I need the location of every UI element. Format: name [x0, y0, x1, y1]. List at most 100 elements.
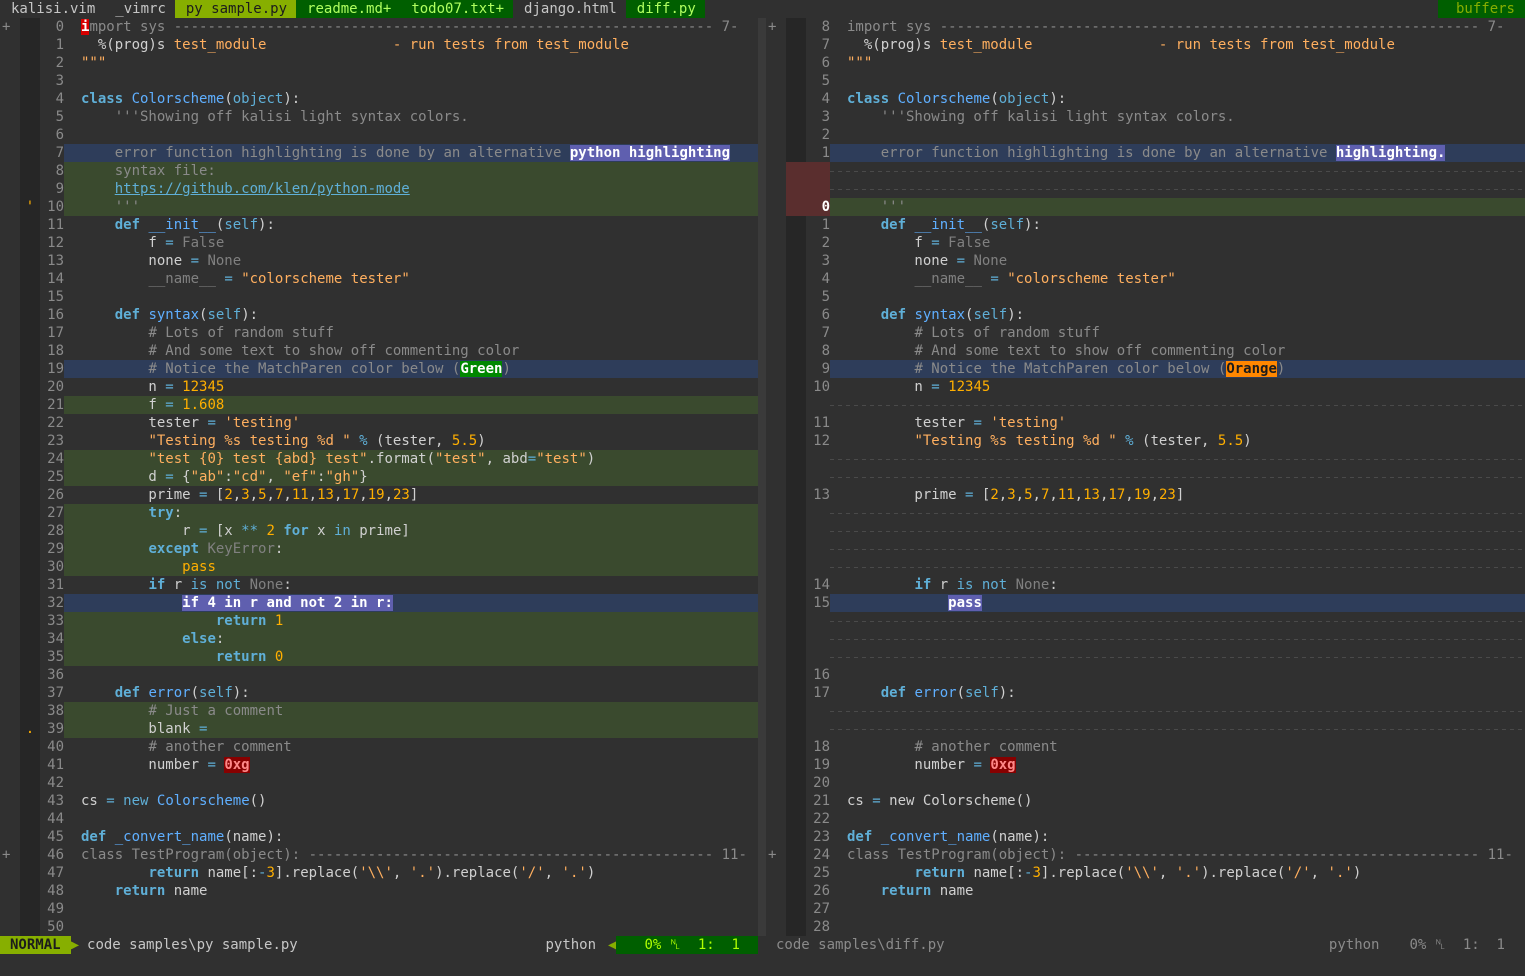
code-line[interactable]: 7 # Lots of random stuff [766, 324, 1525, 342]
code-line[interactable]: 1 def __init__(self): [766, 216, 1525, 234]
code-line[interactable]: 9 https://github.com/klen/python-mode [0, 180, 758, 198]
code-line[interactable]: 38 # Just a comment [0, 702, 758, 720]
code-line[interactable]: 31 if r is not None: [0, 576, 758, 594]
code-line[interactable]: 15 pass [766, 594, 1525, 612]
code-line[interactable]: 11 tester = 'testing' [766, 414, 1525, 432]
code-line[interactable]: 33 return 1 [0, 612, 758, 630]
code-line[interactable] [766, 396, 1525, 414]
command-line[interactable] [0, 954, 1525, 976]
code-line[interactable]: 27 try: [0, 504, 758, 522]
code-line[interactable]: 34 else: [0, 630, 758, 648]
code-line[interactable]: 35 return 0 [0, 648, 758, 666]
code-line[interactable]: 27 [766, 900, 1525, 918]
code-line[interactable]: 28 r = [x ** 2 for x in prime] [0, 522, 758, 540]
code-line[interactable]: 25 return name[:-3].replace('\\', '.').r… [766, 864, 1525, 882]
code-line[interactable]: 8 syntax file: [0, 162, 758, 180]
code-line[interactable]: 2 """ [0, 54, 758, 72]
code-line[interactable]: +24 class TestProgram(object): ----------… [766, 846, 1525, 864]
code-line[interactable] [766, 180, 1525, 198]
code-line[interactable] [766, 630, 1525, 648]
code-line[interactable]: 36 [0, 666, 758, 684]
left-editor-pane[interactable]: +0 import sys ---------------------------… [0, 18, 758, 936]
right-editor-pane[interactable]: +8 import sys ---------------------------… [766, 18, 1525, 936]
code-line[interactable]: 3 [0, 72, 758, 90]
code-line[interactable] [766, 522, 1525, 540]
code-line[interactable]: 1 %(prog)s test_module - run tests from … [0, 36, 758, 54]
code-line[interactable]: 23 "Testing %s testing %d " % (tester, 5… [0, 432, 758, 450]
code-line[interactable]: 15 [0, 288, 758, 306]
code-line[interactable]: 7 error function highlighting is done by… [0, 144, 758, 162]
code-line[interactable]: +8 import sys ---------------------------… [766, 18, 1525, 36]
code-line[interactable]: 5 [766, 288, 1525, 306]
code-line[interactable]: 22 tester = 'testing' [0, 414, 758, 432]
code-line[interactable]: 26 prime = [2,3,5,7,11,13,17,19,23] [0, 486, 758, 504]
code-line[interactable]: 32 if 4 in r and not 2 in r: [0, 594, 758, 612]
code-line[interactable]: 11 def __init__(self): [0, 216, 758, 234]
code-line[interactable]: 4 __name__ = "colorscheme tester" [766, 270, 1525, 288]
tab-django-html[interactable]: django.html [513, 0, 626, 18]
code-line[interactable]: 2 f = False [766, 234, 1525, 252]
code-line[interactable]: 41 number = 0xg [0, 756, 758, 774]
code-line[interactable]: 12 f = False [0, 234, 758, 252]
code-line[interactable]: 0 ''' [766, 198, 1525, 216]
code-line[interactable]: 18 # another comment [766, 738, 1525, 756]
code-line[interactable]: 29 except KeyError: [0, 540, 758, 558]
code-line[interactable]: 17 # Lots of random stuff [0, 324, 758, 342]
code-line[interactable]: 1 error function highlighting is done by… [766, 144, 1525, 162]
code-line[interactable] [766, 468, 1525, 486]
code-line[interactable]: 49 [0, 900, 758, 918]
code-line[interactable]: 37 def error(self): [0, 684, 758, 702]
code-line[interactable] [766, 558, 1525, 576]
code-line[interactable]: 16 def syntax(self): [0, 306, 758, 324]
code-line[interactable]: 44 [0, 810, 758, 828]
code-line[interactable]: 6 [0, 126, 758, 144]
code-line[interactable]: 19 number = 0xg [766, 756, 1525, 774]
code-line[interactable]: 40 # another comment [0, 738, 758, 756]
tab-py-sample-py[interactable]: py sample.py [174, 0, 297, 18]
code-line[interactable]: 21 cs = new Colorscheme() [766, 792, 1525, 810]
code-line[interactable] [766, 648, 1525, 666]
code-line[interactable]: 30 pass [0, 558, 758, 576]
code-line[interactable]: 13 none = None [0, 252, 758, 270]
code-line[interactable]: 7 %(prog)s test_module - run tests from … [766, 36, 1525, 54]
code-line[interactable]: 47 return name[:-3].replace('\\', '.').r… [0, 864, 758, 882]
code-line[interactable] [766, 720, 1525, 738]
code-line[interactable]: 8 # And some text to show off commenting… [766, 342, 1525, 360]
code-line[interactable]: ' 10 ''' [0, 198, 758, 216]
code-line[interactable]: 12 "Testing %s testing %d " % (tester, 5… [766, 432, 1525, 450]
code-line[interactable]: 14 __name__ = "colorscheme tester" [0, 270, 758, 288]
code-line[interactable]: 21 f = 1.608 [0, 396, 758, 414]
code-line[interactable] [766, 162, 1525, 180]
tab-todo07-txt-[interactable]: todo07.txt+ [400, 0, 514, 18]
code-line[interactable]: 6 """ [766, 54, 1525, 72]
code-line[interactable]: 2 [766, 126, 1525, 144]
tab-diff-py[interactable]: diff.py [625, 0, 705, 18]
code-line[interactable]: 23 def _convert_name(name): [766, 828, 1525, 846]
tab-readme-md-[interactable]: readme.md+ [296, 0, 401, 18]
code-line[interactable]: 9 # Notice the MatchParen color below (O… [766, 360, 1525, 378]
code-line[interactable]: 28 [766, 918, 1525, 936]
code-line[interactable]: 20 n = 12345 [0, 378, 758, 396]
code-line[interactable] [766, 504, 1525, 522]
code-line[interactable]: 18 # And some text to show off commentin… [0, 342, 758, 360]
code-line[interactable] [766, 540, 1525, 558]
code-line[interactable]: +0 import sys ---------------------------… [0, 18, 758, 36]
code-line[interactable]: 3 '''Showing off kalisi light syntax col… [766, 108, 1525, 126]
code-line[interactable]: 22 [766, 810, 1525, 828]
code-line[interactable]: 25 d = {"ab":"cd", "ef":"gh"} [0, 468, 758, 486]
code-line[interactable]: 4 class Colorscheme(object): [0, 90, 758, 108]
code-line[interactable] [766, 612, 1525, 630]
code-line[interactable]: 3 none = None [766, 252, 1525, 270]
tab--vimrc[interactable]: _vimrc [104, 0, 175, 18]
code-line[interactable]: 10 n = 12345 [766, 378, 1525, 396]
code-line[interactable]: 20 [766, 774, 1525, 792]
code-line[interactable]: 5 '''Showing off kalisi light syntax col… [0, 108, 758, 126]
code-line[interactable]: 50 [0, 918, 758, 936]
code-line[interactable]: . 39 blank = [0, 720, 758, 738]
code-line[interactable]: 42 [0, 774, 758, 792]
code-line[interactable] [766, 450, 1525, 468]
code-line[interactable]: +46 class TestProgram(object): ----------… [0, 846, 758, 864]
tab-kalisi-vim[interactable]: kalisi.vim [0, 0, 104, 18]
code-line[interactable]: 16 [766, 666, 1525, 684]
code-line[interactable]: 6 def syntax(self): [766, 306, 1525, 324]
